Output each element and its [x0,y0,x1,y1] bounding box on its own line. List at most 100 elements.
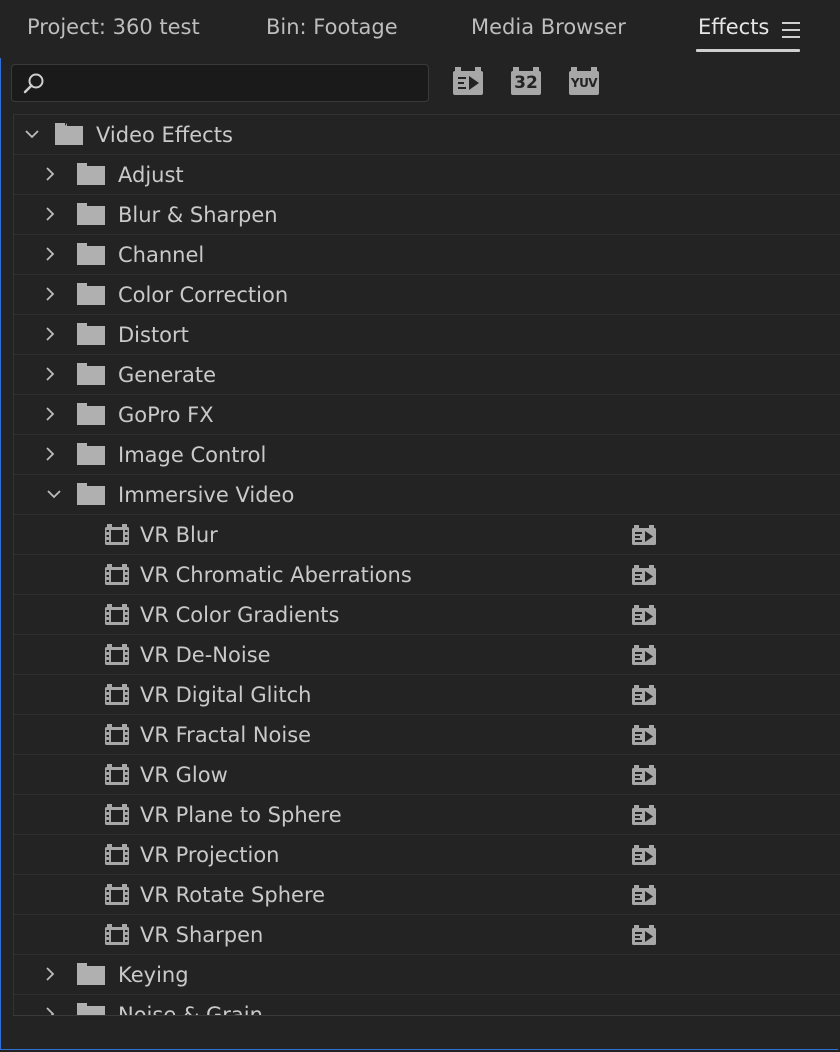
tree-label: Image Control [118,443,267,467]
yuv-filter-button[interactable]: YUV [567,67,601,97]
tree-effect-vr-glow[interactable]: VR Glow [14,755,840,795]
video-effect-icon [105,684,129,705]
tree-label: VR Blur [140,523,218,547]
tree-folder-color-correction[interactable]: Color Correction [14,275,840,315]
chevron-down-icon[interactable] [24,126,40,142]
video-effect-icon [105,564,129,585]
tree-folder-blur-sharpen[interactable]: Blur & Sharpen [14,195,840,235]
video-effect-icon [105,804,129,825]
tree-label: GoPro FX [118,403,214,427]
chevron-right-icon[interactable] [42,246,58,262]
folder-icon [77,363,105,385]
tree-label: Color Correction [118,283,289,307]
video-effect-icon [105,924,129,945]
tree-effect-vr-sharpen[interactable]: VR Sharpen [14,915,840,955]
tab-media-browser[interactable]: Media Browser [471,15,626,39]
tree-folder-gopro-fx[interactable]: GoPro FX [14,395,840,435]
tree-folder-distort[interactable]: Distort [14,315,840,355]
tree-effect-vr-blur[interactable]: VR Blur [14,515,840,555]
chevron-right-icon[interactable] [42,966,58,982]
accelerated-effect-icon [632,765,656,785]
folder-icon [77,323,105,345]
chevron-right-icon[interactable] [42,286,58,302]
accelerated-effect-icon [632,845,656,865]
folder-icon [77,243,105,265]
accelerated-effect-icon [632,565,656,585]
chevron-right-icon[interactable] [42,406,58,422]
tree-folder-adjust[interactable]: Adjust [14,155,840,195]
folder-icon [77,1003,105,1015]
tree-effect-vr-plane-to-sphere[interactable]: VR Plane to Sphere [14,795,840,835]
accelerated-effects-filter-button[interactable] [451,67,485,97]
tree-label: VR Fractal Noise [140,723,312,747]
folder-icon [77,283,105,305]
yuv-icon: YUV [569,67,599,95]
search-field[interactable] [11,64,429,103]
tab-bin[interactable]: Bin: Footage [266,15,398,39]
tree-folder-noise-grain[interactable]: Noise & Grain [14,995,840,1016]
tree-label: Adjust [118,163,184,187]
chevron-right-icon[interactable] [42,326,58,342]
tree-label: VR Digital Glitch [140,683,312,707]
panel-menu-icon[interactable] [782,22,800,38]
tree-folder-channel[interactable]: Channel [14,235,840,275]
tree-label: VR Chromatic Aberrations [140,563,412,587]
tree-label: VR Plane to Sphere [140,803,342,827]
tree-label: VR Glow [140,763,228,787]
tree-label: Noise & Grain [118,1003,263,1016]
accelerated-effect-icon [632,885,656,905]
tree-label: Channel [118,243,205,267]
tree-effect-vr-chromatic-aberrations[interactable]: VR Chromatic Aberrations [14,555,840,595]
tree-label: Blur & Sharpen [118,203,278,227]
chevron-right-icon[interactable] [42,1006,58,1016]
tree-label: VR Rotate Sphere [140,883,326,907]
search-icon [23,73,44,94]
accelerated-effect-icon [632,925,656,945]
chevron-right-icon[interactable] [42,446,58,462]
video-effect-icon [105,724,129,745]
chevron-right-icon[interactable] [42,206,58,222]
tree-effect-vr-fractal-noise[interactable]: VR Fractal Noise [14,715,840,755]
folder-icon [77,203,105,225]
video-effect-icon [105,644,129,665]
video-effect-icon [105,604,129,625]
folder-icon [77,443,105,465]
chevron-right-icon[interactable] [42,366,58,382]
tree-effect-vr-de-noise[interactable]: VR De-Noise [14,635,840,675]
tab-project[interactable]: Project: 360 test [27,15,200,39]
accelerated-effect-icon [632,725,656,745]
tree-folder-keying[interactable]: Keying [14,955,840,995]
video-effect-icon [105,844,129,865]
tree-folder-image-control[interactable]: Image Control [14,435,840,475]
tree-label: VR De-Noise [140,643,271,667]
panel-tab-bar: Project: 360 test Bin: Footage Media Bro… [0,0,840,58]
32-bit-filter-button[interactable]: 32 [509,67,543,97]
search-input[interactable] [52,65,426,103]
chevron-right-icon[interactable] [42,166,58,182]
tree-effect-vr-projection[interactable]: VR Projection [14,835,840,875]
tab-effects[interactable]: Effects [698,15,769,39]
tree-folder-generate[interactable]: Generate [14,355,840,395]
folder-icon [77,483,105,505]
video-effect-icon [105,884,129,905]
video-effect-icon [105,524,129,545]
tree-label: VR Color Gradients [140,603,340,627]
accelerated-effect-icon [632,805,656,825]
tree-effect-vr-color-gradients[interactable]: VR Color Gradients [14,595,840,635]
tree-effect-vr-digital-glitch[interactable]: VR Digital Glitch [14,675,840,715]
tree-label: Distort [118,323,189,347]
tree-label: Generate [118,363,217,387]
folder-icon [77,403,105,425]
chevron-down-icon[interactable] [46,486,62,502]
tree-folder-video-effects[interactable]: Video Effects [14,115,840,155]
accelerated-effect-icon [632,605,656,625]
folder-icon [77,963,105,985]
folder-icon [77,163,105,185]
tree-effect-vr-rotate-sphere[interactable]: VR Rotate Sphere [14,875,840,915]
tree-label: Video Effects [96,123,233,147]
folder-icon [55,123,83,145]
tree-label: VR Projection [140,843,280,867]
tree-folder-immersive-video[interactable]: Immersive Video [14,475,840,515]
effects-tree: Video Effects Adjust Blur & Sharpen Channe… [13,114,840,1016]
accelerated-effect-icon [632,645,656,665]
